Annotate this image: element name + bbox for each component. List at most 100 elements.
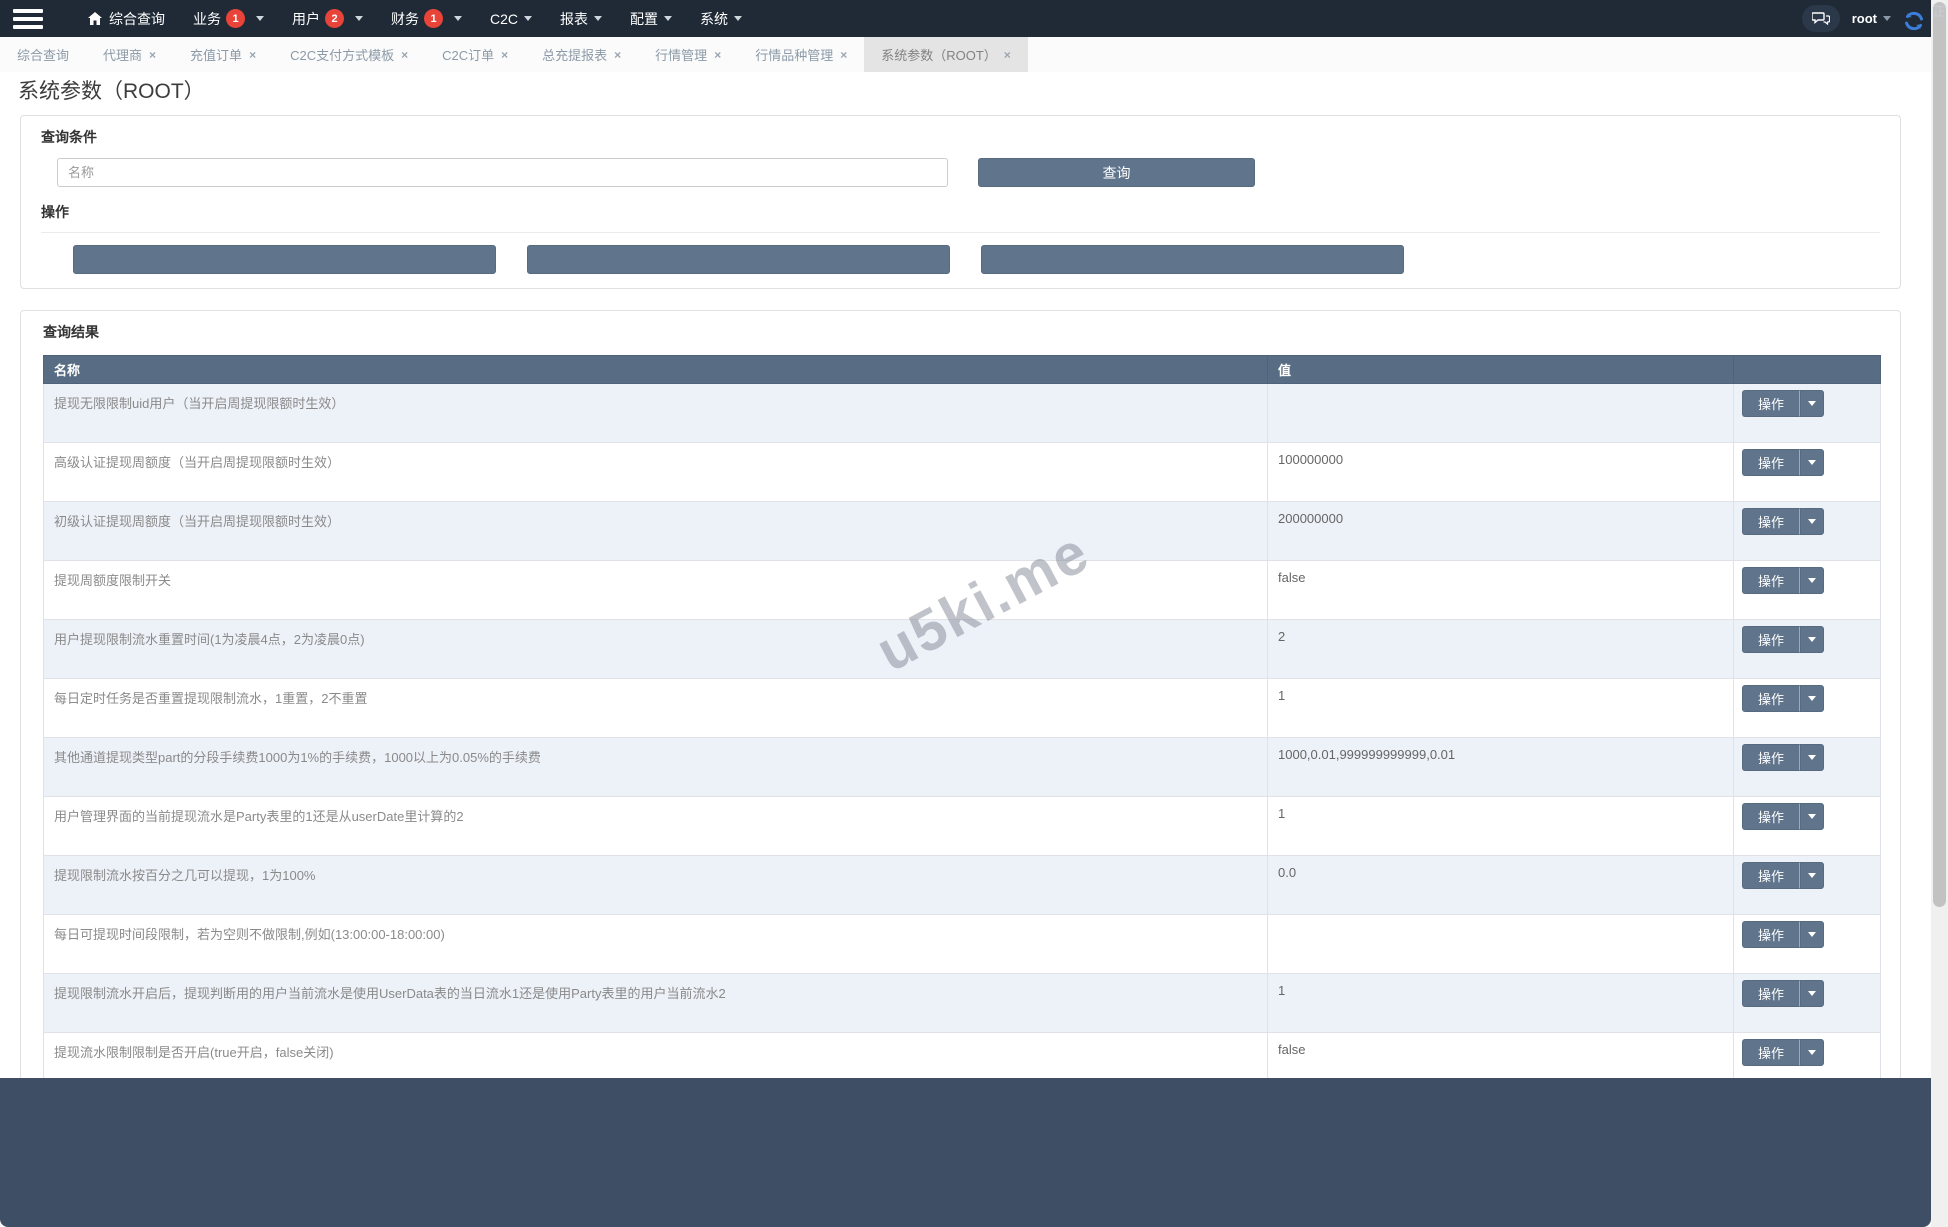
chevron-down-icon bbox=[1883, 16, 1891, 21]
action-dropdown-toggle[interactable] bbox=[1800, 744, 1824, 771]
page-tab[interactable]: C2C订单 × bbox=[425, 37, 525, 72]
chevron-down-icon bbox=[1808, 814, 1816, 819]
nav-menu-item[interactable]: 综合查询 bbox=[74, 0, 179, 37]
page-tab[interactable]: 代理商 × bbox=[86, 37, 173, 72]
tab-label: 总充提报表 bbox=[542, 48, 608, 63]
param-name-cell: 高级认证提现周额度（当开启周提现限额时生效） bbox=[43, 442, 1268, 502]
refresh-icon[interactable] bbox=[1903, 10, 1925, 32]
page-tab[interactable]: 系统参数（ROOT） × bbox=[864, 37, 1028, 72]
search-button[interactable]: 查询 bbox=[978, 158, 1255, 187]
close-icon[interactable]: × bbox=[149, 48, 156, 62]
close-icon[interactable]: × bbox=[1004, 48, 1011, 62]
action-button[interactable]: 操作 bbox=[1742, 744, 1800, 771]
param-action-cell: 操作 bbox=[1733, 796, 1881, 856]
notification-badge: 1 bbox=[226, 9, 245, 28]
param-name-cell: 每日定时任务是否重置提现限制流水，1重置，2不重置 bbox=[43, 678, 1268, 738]
param-action-cell: 操作 bbox=[1733, 619, 1881, 679]
scrollbar-thumb[interactable] bbox=[1933, 2, 1946, 907]
chevron-down-icon bbox=[1808, 932, 1816, 937]
operation-button[interactable] bbox=[981, 245, 1404, 274]
action-dropdown-toggle[interactable] bbox=[1800, 626, 1824, 653]
action-dropdown-toggle[interactable] bbox=[1800, 449, 1824, 476]
table-row: 初级认证提现周额度（当开启周提现限额时生效） 200000000 操作 bbox=[43, 501, 1881, 561]
param-action-cell: 操作 bbox=[1733, 737, 1881, 797]
column-header-name: 名称 bbox=[43, 355, 1268, 384]
name-search-input[interactable] bbox=[57, 158, 948, 187]
footer-band bbox=[0, 1078, 1931, 1227]
nav-menu-item[interactable]: 报表 bbox=[546, 0, 616, 37]
nav-menu-item[interactable]: 财务 1 bbox=[377, 0, 476, 37]
query-conditions-label: 查询条件 bbox=[41, 129, 97, 145]
nav-item-label: 报表 bbox=[560, 10, 589, 27]
chevron-down-icon bbox=[664, 16, 673, 21]
param-name-cell: 提现无限限制uid用户（当开启周提现限额时生效） bbox=[43, 383, 1268, 443]
nav-menu-item[interactable]: 系统 bbox=[686, 0, 756, 37]
tab-label: 行情管理 bbox=[655, 48, 708, 63]
action-dropdown-toggle[interactable] bbox=[1800, 508, 1824, 535]
operation-button[interactable] bbox=[527, 245, 950, 274]
action-dropdown-toggle[interactable] bbox=[1800, 685, 1824, 712]
action-split-button: 操作 bbox=[1742, 567, 1824, 594]
hamburger-menu-icon[interactable] bbox=[0, 0, 56, 37]
open-tabs-bar: 综合查询 × 代理商 × 充值订单 × C2C支付方式模板 × C2C订单 × … bbox=[0, 37, 1931, 72]
action-button[interactable]: 操作 bbox=[1742, 508, 1800, 535]
action-dropdown-toggle[interactable] bbox=[1800, 567, 1824, 594]
action-dropdown-toggle[interactable] bbox=[1800, 980, 1824, 1007]
close-icon[interactable]: × bbox=[840, 48, 847, 62]
param-value-cell: 2 bbox=[1267, 619, 1734, 679]
action-button[interactable]: 操作 bbox=[1742, 1039, 1800, 1066]
param-value-cell: 1 bbox=[1267, 973, 1734, 1033]
action-button[interactable]: 操作 bbox=[1742, 390, 1800, 417]
action-dropdown-toggle[interactable] bbox=[1800, 1039, 1824, 1066]
param-name-cell: 初级认证提现周额度（当开启周提现限额时生效） bbox=[43, 501, 1268, 561]
action-button[interactable]: 操作 bbox=[1742, 626, 1800, 653]
table-row: 用户提现限制流水重置时间(1为凌晨4点，2为凌晨0点) 2 操作 bbox=[43, 619, 1881, 679]
close-icon[interactable]: × bbox=[401, 48, 408, 62]
action-split-button: 操作 bbox=[1742, 685, 1824, 712]
action-button[interactable]: 操作 bbox=[1742, 449, 1800, 476]
action-dropdown-toggle[interactable] bbox=[1800, 803, 1824, 830]
action-button[interactable]: 操作 bbox=[1742, 567, 1800, 594]
action-button[interactable]: 操作 bbox=[1742, 921, 1800, 948]
action-button[interactable]: 操作 bbox=[1742, 803, 1800, 830]
close-icon[interactable]: × bbox=[714, 48, 721, 62]
page-tab[interactable]: 行情品种管理 × bbox=[738, 37, 864, 72]
action-button[interactable]: 操作 bbox=[1742, 862, 1800, 889]
page-tab[interactable]: 总充提报表 × bbox=[525, 37, 638, 72]
operation-button[interactable] bbox=[73, 245, 496, 274]
nav-menu-item[interactable]: 业务 1 bbox=[179, 0, 278, 37]
action-dropdown-toggle[interactable] bbox=[1800, 390, 1824, 417]
chevron-down-icon bbox=[1808, 755, 1816, 760]
param-action-cell: 操作 bbox=[1733, 914, 1881, 974]
nav-menu-item[interactable]: 用户 2 bbox=[278, 0, 377, 37]
action-dropdown-toggle[interactable] bbox=[1800, 862, 1824, 889]
chevron-down-icon bbox=[1808, 873, 1816, 878]
table-row: 提现限制流水开启后，提现判断用的用户当前流水是使用UserData表的当日流水1… bbox=[43, 973, 1881, 1033]
chevron-down-icon bbox=[1808, 519, 1816, 524]
page-tab[interactable]: C2C支付方式模板 × bbox=[273, 37, 425, 72]
nav-item-label: 用户 bbox=[292, 10, 320, 27]
messages-button[interactable] bbox=[1801, 5, 1840, 32]
close-icon[interactable]: × bbox=[249, 48, 256, 62]
user-menu[interactable]: root bbox=[1852, 11, 1891, 26]
action-button[interactable]: 操作 bbox=[1742, 980, 1800, 1007]
vertical-scrollbar[interactable] bbox=[1931, 0, 1948, 1227]
page-tab[interactable]: 行情管理 × bbox=[638, 37, 738, 72]
page-tab[interactable]: 综合查询 × bbox=[0, 37, 86, 72]
column-header-action bbox=[1733, 355, 1881, 384]
nav-menu-item[interactable]: C2C bbox=[476, 0, 546, 37]
action-split-button: 操作 bbox=[1742, 921, 1824, 948]
nav-menu-item[interactable]: 配置 bbox=[616, 0, 686, 37]
table-row: 每日可提现时间段限制，若为空则不做限制,例如(13:00:00-18:00:00… bbox=[43, 914, 1881, 974]
tab-label: C2C订单 bbox=[442, 48, 495, 63]
close-icon[interactable]: × bbox=[501, 48, 508, 62]
action-button[interactable]: 操作 bbox=[1742, 685, 1800, 712]
page-tab[interactable]: 充值订单 × bbox=[173, 37, 273, 72]
close-icon[interactable]: × bbox=[614, 48, 621, 62]
action-dropdown-toggle[interactable] bbox=[1800, 921, 1824, 948]
param-action-cell: 操作 bbox=[1733, 560, 1881, 620]
param-action-cell: 操作 bbox=[1733, 1032, 1881, 1080]
param-value-cell bbox=[1267, 914, 1734, 974]
param-value-cell: false bbox=[1267, 1032, 1734, 1080]
param-action-cell: 操作 bbox=[1733, 678, 1881, 738]
